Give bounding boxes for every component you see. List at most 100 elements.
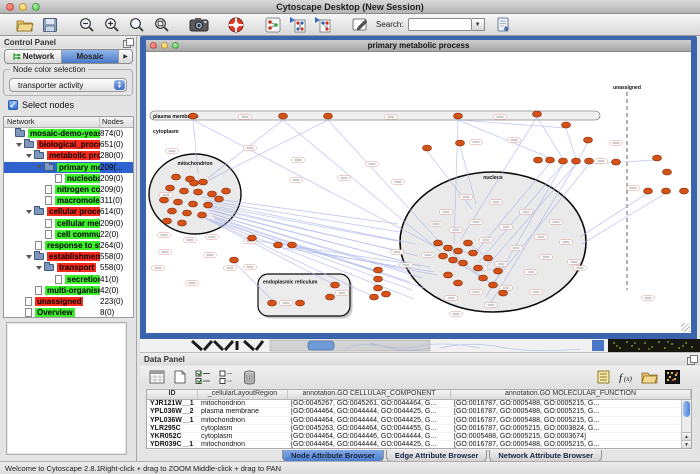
node-label[interactable] bbox=[480, 238, 493, 243]
table-row[interactable]: YPL036W__2plasma membrane[GO:0044464, GO… bbox=[147, 408, 691, 416]
zoom-fit-icon[interactable] bbox=[151, 16, 172, 34]
node-label[interactable] bbox=[500, 286, 513, 291]
snapshot-icon[interactable] bbox=[188, 16, 209, 34]
network-node[interactable] bbox=[374, 267, 383, 273]
edge[interactable] bbox=[283, 120, 441, 252]
network-node[interactable] bbox=[274, 242, 283, 248]
expand-triangle-icon[interactable] bbox=[26, 210, 32, 214]
network-node[interactable] bbox=[562, 122, 571, 128]
node-color-dropdown[interactable]: transporter activity ▲▼ bbox=[9, 78, 127, 92]
node-label[interactable] bbox=[530, 290, 543, 295]
birdseye-view[interactable] bbox=[6, 322, 127, 455]
network-node[interactable] bbox=[199, 179, 208, 185]
node-label[interactable] bbox=[490, 200, 503, 205]
table-row[interactable]: YPL036W__1mitochondrion[GO:0044464, GO:0… bbox=[147, 417, 691, 425]
network-node[interactable] bbox=[168, 208, 177, 214]
tree-row[interactable]: cell communicat22(0) bbox=[4, 229, 133, 240]
network-node[interactable] bbox=[423, 145, 432, 151]
tab-network[interactable]: Network bbox=[5, 50, 62, 63]
network-node[interactable] bbox=[172, 174, 181, 180]
function-builder-icon[interactable]: f(x) bbox=[617, 369, 635, 385]
network-node[interactable] bbox=[559, 158, 568, 164]
node-label[interactable] bbox=[495, 262, 508, 267]
node-label[interactable] bbox=[470, 290, 483, 295]
network-node[interactable] bbox=[331, 282, 340, 288]
zoom-selected-icon[interactable] bbox=[126, 16, 147, 34]
tree-row[interactable]: Overview8(0) bbox=[4, 307, 133, 318]
edge[interactable] bbox=[207, 202, 416, 244]
expand-triangle-icon[interactable] bbox=[36, 165, 42, 169]
scroll-down-icon[interactable]: ▼ bbox=[682, 440, 691, 448]
tree-row[interactable]: transport558(0) bbox=[4, 262, 133, 273]
network-node[interactable] bbox=[456, 140, 465, 146]
network-node[interactable] bbox=[178, 220, 187, 226]
tree-column-network[interactable]: Network bbox=[4, 117, 100, 127]
network-node[interactable] bbox=[612, 159, 621, 165]
node-label[interactable] bbox=[290, 178, 303, 183]
tree-row[interactable]: macromolecule311(0) bbox=[4, 195, 133, 206]
node-label[interactable] bbox=[280, 301, 293, 306]
network-node[interactable] bbox=[454, 248, 463, 254]
network-canvas[interactable]: plasma membrane cytoplasm mitochondrion … bbox=[146, 52, 691, 333]
network-node[interactable] bbox=[459, 260, 468, 266]
zoom-in-icon[interactable] bbox=[101, 16, 122, 34]
network-node[interactable] bbox=[572, 158, 581, 164]
node-label[interactable] bbox=[460, 195, 473, 200]
select-nodes-checkbox[interactable]: ✓ bbox=[8, 100, 18, 110]
node-label[interactable] bbox=[338, 176, 351, 181]
tab-mosaic[interactable]: Mosaic bbox=[62, 50, 119, 63]
open-icon[interactable] bbox=[14, 16, 35, 34]
node-label[interactable] bbox=[292, 158, 305, 163]
column-cellular-component[interactable]: annotation.GO CELLULAR_COMPONENT bbox=[288, 390, 451, 399]
network-node[interactable] bbox=[464, 240, 473, 246]
tree-row[interactable]: nucleobase-209(0) bbox=[4, 173, 133, 184]
network-node[interactable] bbox=[248, 235, 257, 241]
node-label[interactable] bbox=[470, 220, 483, 225]
create-attribute-icon[interactable] bbox=[171, 369, 189, 385]
node-label[interactable] bbox=[520, 210, 533, 215]
network-node[interactable] bbox=[222, 188, 231, 194]
network-node[interactable] bbox=[449, 257, 458, 263]
network-node[interactable] bbox=[215, 196, 224, 202]
search-dropdown-icon[interactable]: ▼ bbox=[472, 18, 485, 31]
node-label[interactable] bbox=[568, 260, 581, 265]
attribute-matrix-icon[interactable] bbox=[663, 369, 681, 385]
tree-row[interactable]: secretion41(0) bbox=[4, 273, 133, 284]
edge[interactable] bbox=[582, 193, 666, 244]
network-node[interactable] bbox=[585, 158, 594, 164]
node-label[interactable] bbox=[158, 233, 171, 238]
tree-row[interactable]: response to stimulu264(0) bbox=[4, 240, 133, 251]
save-icon[interactable] bbox=[39, 16, 60, 34]
zoom-out-icon[interactable] bbox=[76, 16, 97, 34]
network-node[interactable] bbox=[680, 188, 689, 194]
node-label[interactable] bbox=[244, 146, 257, 151]
node-label[interactable] bbox=[627, 186, 640, 191]
network-node[interactable] bbox=[190, 180, 199, 186]
node-label[interactable] bbox=[525, 270, 538, 275]
tab-overflow-arrow-icon[interactable]: ▶ bbox=[119, 50, 132, 63]
network-node[interactable] bbox=[546, 157, 555, 163]
node-label[interactable] bbox=[540, 255, 553, 260]
network-node[interactable] bbox=[296, 300, 305, 306]
select-all-attributes-icon[interactable] bbox=[194, 369, 212, 385]
network-node[interactable] bbox=[326, 294, 335, 300]
node-label[interactable] bbox=[160, 193, 173, 198]
scrollbar-thumb[interactable] bbox=[683, 401, 690, 417]
node-label[interactable] bbox=[560, 240, 573, 245]
network-node[interactable] bbox=[268, 300, 277, 306]
node-label[interactable] bbox=[470, 140, 483, 145]
network-node[interactable] bbox=[474, 265, 483, 271]
table-row[interactable]: YLR295Ccytoplasm[GO:0045263, GO:0044464,… bbox=[147, 425, 691, 433]
expand-triangle-icon[interactable] bbox=[16, 143, 22, 147]
layout-destroy-icon[interactable] bbox=[287, 16, 308, 34]
node-label[interactable] bbox=[610, 141, 623, 146]
node-label[interactable] bbox=[422, 253, 435, 258]
network-node[interactable] bbox=[653, 155, 662, 161]
node-label[interactable] bbox=[184, 238, 197, 243]
network-node[interactable] bbox=[279, 113, 288, 119]
network-node[interactable] bbox=[198, 212, 207, 218]
network-node[interactable] bbox=[444, 245, 453, 251]
node-label[interactable] bbox=[186, 281, 199, 286]
network-node[interactable] bbox=[183, 210, 192, 216]
network-node[interactable] bbox=[439, 253, 448, 259]
